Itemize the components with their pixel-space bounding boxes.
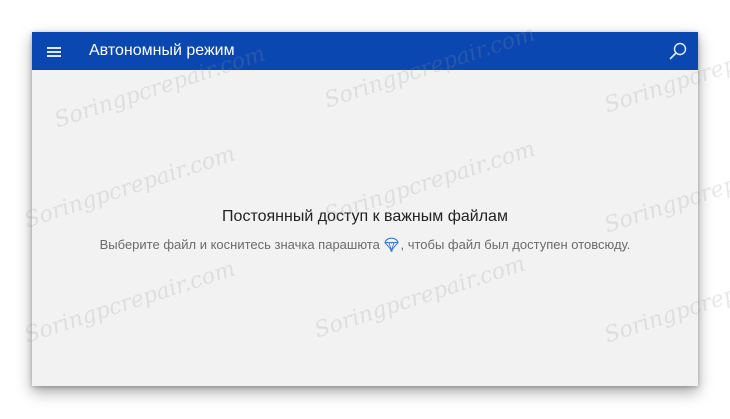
content-area: Постоянный доступ к важным файлам Выбери… [32, 70, 698, 386]
description-text-start: Выберите файл и коснитесь значка парашют… [99, 237, 384, 252]
search-icon [669, 42, 687, 60]
menu-button[interactable] [44, 41, 64, 61]
parachute-icon [385, 237, 399, 252]
description-text-end: , чтобы файл был доступен отовсюду. [400, 237, 631, 252]
page-title: Автономный режим [89, 42, 235, 59]
empty-state-title: Постоянный доступ к важным файлам [222, 208, 508, 225]
empty-state-description: Выберите файл и коснитесь значка парашют… [32, 236, 698, 254]
app-bar: Автономный режим [32, 32, 698, 70]
app-window: Автономный режим Постоянный доступ к важ… [32, 32, 698, 386]
search-button[interactable] [666, 39, 690, 63]
hamburger-menu-icon [47, 47, 61, 49]
